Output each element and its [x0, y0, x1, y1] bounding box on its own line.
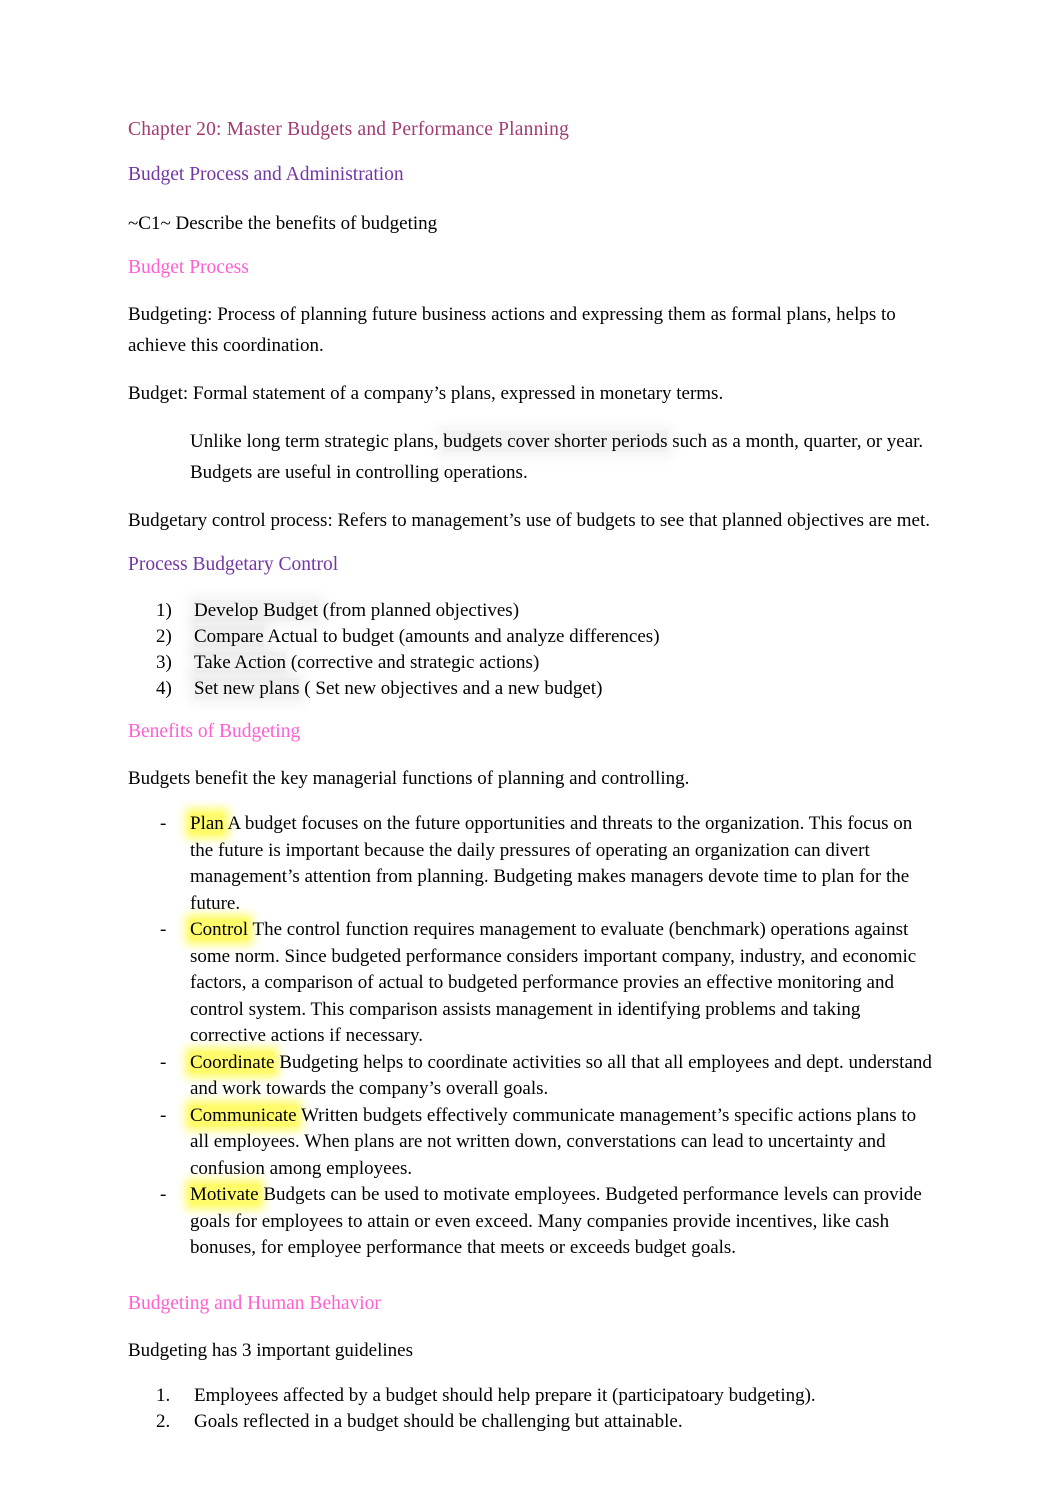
list-item-text: ( Set new objectives and a new budget): [299, 678, 603, 699]
list-item: 4) Set new plans ( Set new objectives and…: [128, 676, 932, 702]
highlight-plan: Plan: [190, 813, 224, 834]
list-item-text: Budgeting helps to coordinate activities…: [190, 1051, 932, 1100]
list-benefits: - Plan A budget focuses on the future opp…: [128, 811, 932, 1262]
highlight-motivate: Motivate: [190, 1184, 259, 1205]
list-marker: 1): [156, 600, 172, 621]
heading-benefits-of-budgeting: Benefits of Budgeting: [128, 721, 301, 742]
list-marker: 4): [156, 678, 172, 699]
list-item-text: (corrective and strategic actions): [286, 652, 540, 673]
list-item: - Motivate Budgets can be used to motivat…: [128, 1182, 932, 1262]
list-item-text: Budgets can be used to motivate employee…: [190, 1184, 922, 1258]
highlight-control: Control: [190, 919, 249, 940]
heading-process-budgetary-control: Process Budgetary Control: [128, 554, 339, 575]
list-item: 1. Employees affected by a budget should …: [128, 1383, 932, 1409]
paragraph-unlike-long-term: Unlike long term strategic plans, budget…: [190, 426, 932, 488]
list-marker: -: [160, 1051, 167, 1073]
unlike-pre-text: Unlike long term strategic plans,: [190, 431, 444, 452]
highlight-coordinate: Coordinate: [190, 1051, 275, 1073]
list-process-budgetary-control: 1) Develop Budget (from planned objective…: [128, 598, 932, 702]
list-item-text: Actual to budget (amounts and analyze di…: [263, 626, 660, 647]
highlight-develop-budget: Develop Budget: [194, 600, 319, 621]
list-item: 3) Take Action (corrective and strategic …: [128, 650, 932, 676]
highlight-compare: Compare: [194, 626, 264, 647]
list-item: 2. Goals reflected in a budget should be …: [128, 1409, 932, 1435]
list-item: 2) Compare Actual to budget (amounts and …: [128, 624, 932, 650]
list-marker: -: [160, 919, 167, 940]
list-marker: 3): [156, 652, 172, 673]
heading-budget-process-administration: Budget Process and Administration: [128, 164, 404, 185]
list-item-text: Goals reflected in a budget should be ch…: [194, 1410, 683, 1432]
learning-objective-c1: ~C1~ Describe the benefits of budgeting: [128, 213, 438, 234]
list-item-text: A budget focuses on the future opportuni…: [190, 813, 913, 914]
paragraph-guidelines-intro: Budgeting has 3 important guidelines: [128, 1339, 413, 1361]
paragraph-budgeting-definition: Budgeting: Process of planning future bu…: [128, 304, 896, 356]
list-marker: 2): [156, 626, 172, 647]
highlight-set-new-plans: Set new plans: [194, 678, 300, 699]
heading-budget-process: Budget Process: [128, 257, 249, 278]
paragraph-budgetary-control-process: Budgetary control process: Refers to man…: [128, 510, 930, 531]
list-item: - Communicate Written budgets effectively…: [128, 1103, 932, 1183]
document-page: Chapter 20: Master Budgets and Performan…: [0, 0, 1062, 1506]
heading-budgeting-and-human-behavior: Budgeting and Human Behavior: [128, 1292, 381, 1314]
highlight-communicate: Communicate: [190, 1104, 297, 1126]
page-title: Chapter 20: Master Budgets and Performan…: [128, 119, 570, 140]
list-marker: -: [160, 1104, 167, 1126]
list-item-text: Written budgets effectively communicate …: [190, 1104, 917, 1179]
list-marker: -: [160, 813, 167, 834]
list-item: - Coordinate Budgeting helps to coordinat…: [128, 1050, 932, 1103]
list-item: - Plan A budget focuses on the future opp…: [128, 811, 932, 917]
list-item-text: Employees affected by a budget should he…: [194, 1384, 816, 1406]
list-marker: -: [160, 1184, 167, 1205]
list-guidelines: 1. Employees affected by a budget should …: [128, 1383, 932, 1435]
list-item-text: (from planned objectives): [318, 600, 520, 621]
list-marker: 1.: [156, 1384, 171, 1406]
paragraph-budget-definition: Budget: Formal statement of a company’s …: [128, 383, 724, 404]
list-item: 1) Develop Budget (from planned objective…: [128, 598, 932, 624]
highlight-take-action: Take Action: [194, 652, 287, 673]
highlight-budgets-cover-shorter-periods: budgets cover shorter periods: [443, 431, 668, 452]
paragraph-benefits-intro: Budgets benefit the key managerial funct…: [128, 768, 690, 789]
list-item: - Control The control function requires m…: [128, 917, 932, 1050]
list-item-text: The control function requires management…: [190, 919, 917, 1046]
list-marker: 2.: [156, 1410, 171, 1432]
